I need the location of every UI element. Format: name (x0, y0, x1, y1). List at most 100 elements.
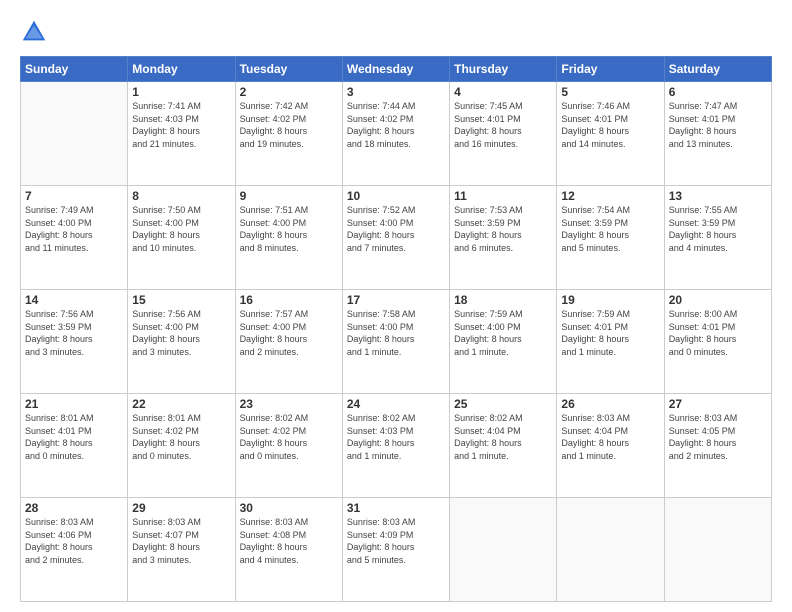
day-cell: 2Sunrise: 7:42 AM Sunset: 4:02 PM Daylig… (235, 82, 342, 186)
day-cell: 19Sunrise: 7:59 AM Sunset: 4:01 PM Dayli… (557, 290, 664, 394)
day-info: Sunrise: 8:02 AM Sunset: 4:03 PM Dayligh… (347, 412, 445, 462)
day-info: Sunrise: 7:55 AM Sunset: 3:59 PM Dayligh… (669, 204, 767, 254)
week-row-1: 1Sunrise: 7:41 AM Sunset: 4:03 PM Daylig… (21, 82, 772, 186)
day-number: 12 (561, 189, 659, 203)
day-info: Sunrise: 8:03 AM Sunset: 4:08 PM Dayligh… (240, 516, 338, 566)
day-number: 29 (132, 501, 230, 515)
day-cell: 4Sunrise: 7:45 AM Sunset: 4:01 PM Daylig… (450, 82, 557, 186)
day-number: 22 (132, 397, 230, 411)
day-cell: 22Sunrise: 8:01 AM Sunset: 4:02 PM Dayli… (128, 394, 235, 498)
col-header-sunday: Sunday (21, 57, 128, 82)
day-cell: 24Sunrise: 8:02 AM Sunset: 4:03 PM Dayli… (342, 394, 449, 498)
day-info: Sunrise: 7:56 AM Sunset: 4:00 PM Dayligh… (132, 308, 230, 358)
day-cell: 8Sunrise: 7:50 AM Sunset: 4:00 PM Daylig… (128, 186, 235, 290)
day-number: 24 (347, 397, 445, 411)
day-cell: 18Sunrise: 7:59 AM Sunset: 4:00 PM Dayli… (450, 290, 557, 394)
day-cell: 9Sunrise: 7:51 AM Sunset: 4:00 PM Daylig… (235, 186, 342, 290)
day-number: 5 (561, 85, 659, 99)
day-info: Sunrise: 7:46 AM Sunset: 4:01 PM Dayligh… (561, 100, 659, 150)
day-number: 27 (669, 397, 767, 411)
day-cell: 16Sunrise: 7:57 AM Sunset: 4:00 PM Dayli… (235, 290, 342, 394)
day-info: Sunrise: 7:51 AM Sunset: 4:00 PM Dayligh… (240, 204, 338, 254)
header-row: SundayMondayTuesdayWednesdayThursdayFrid… (21, 57, 772, 82)
day-info: Sunrise: 7:42 AM Sunset: 4:02 PM Dayligh… (240, 100, 338, 150)
day-info: Sunrise: 7:47 AM Sunset: 4:01 PM Dayligh… (669, 100, 767, 150)
day-cell: 29Sunrise: 8:03 AM Sunset: 4:07 PM Dayli… (128, 498, 235, 602)
calendar-table: SundayMondayTuesdayWednesdayThursdayFrid… (20, 56, 772, 602)
day-cell: 30Sunrise: 8:03 AM Sunset: 4:08 PM Dayli… (235, 498, 342, 602)
day-info: Sunrise: 7:59 AM Sunset: 4:00 PM Dayligh… (454, 308, 552, 358)
day-cell: 23Sunrise: 8:02 AM Sunset: 4:02 PM Dayli… (235, 394, 342, 498)
day-number: 19 (561, 293, 659, 307)
week-row-3: 14Sunrise: 7:56 AM Sunset: 3:59 PM Dayli… (21, 290, 772, 394)
day-info: Sunrise: 8:03 AM Sunset: 4:07 PM Dayligh… (132, 516, 230, 566)
day-cell (664, 498, 771, 602)
day-cell (21, 82, 128, 186)
day-number: 2 (240, 85, 338, 99)
day-number: 14 (25, 293, 123, 307)
day-cell (557, 498, 664, 602)
day-number: 30 (240, 501, 338, 515)
day-info: Sunrise: 7:41 AM Sunset: 4:03 PM Dayligh… (132, 100, 230, 150)
day-info: Sunrise: 7:57 AM Sunset: 4:00 PM Dayligh… (240, 308, 338, 358)
day-number: 21 (25, 397, 123, 411)
day-cell: 26Sunrise: 8:03 AM Sunset: 4:04 PM Dayli… (557, 394, 664, 498)
day-info: Sunrise: 8:03 AM Sunset: 4:09 PM Dayligh… (347, 516, 445, 566)
day-cell: 31Sunrise: 8:03 AM Sunset: 4:09 PM Dayli… (342, 498, 449, 602)
week-row-2: 7Sunrise: 7:49 AM Sunset: 4:00 PM Daylig… (21, 186, 772, 290)
page: SundayMondayTuesdayWednesdayThursdayFrid… (0, 0, 792, 612)
day-info: Sunrise: 7:45 AM Sunset: 4:01 PM Dayligh… (454, 100, 552, 150)
day-number: 7 (25, 189, 123, 203)
day-cell: 3Sunrise: 7:44 AM Sunset: 4:02 PM Daylig… (342, 82, 449, 186)
day-cell: 20Sunrise: 8:00 AM Sunset: 4:01 PM Dayli… (664, 290, 771, 394)
logo (20, 18, 52, 46)
day-info: Sunrise: 7:59 AM Sunset: 4:01 PM Dayligh… (561, 308, 659, 358)
day-number: 15 (132, 293, 230, 307)
day-cell: 27Sunrise: 8:03 AM Sunset: 4:05 PM Dayli… (664, 394, 771, 498)
day-info: Sunrise: 8:01 AM Sunset: 4:01 PM Dayligh… (25, 412, 123, 462)
col-header-monday: Monday (128, 57, 235, 82)
col-header-friday: Friday (557, 57, 664, 82)
day-cell: 10Sunrise: 7:52 AM Sunset: 4:00 PM Dayli… (342, 186, 449, 290)
day-cell: 7Sunrise: 7:49 AM Sunset: 4:00 PM Daylig… (21, 186, 128, 290)
day-info: Sunrise: 7:52 AM Sunset: 4:00 PM Dayligh… (347, 204, 445, 254)
day-cell: 11Sunrise: 7:53 AM Sunset: 3:59 PM Dayli… (450, 186, 557, 290)
day-info: Sunrise: 8:02 AM Sunset: 4:02 PM Dayligh… (240, 412, 338, 462)
day-cell: 17Sunrise: 7:58 AM Sunset: 4:00 PM Dayli… (342, 290, 449, 394)
day-info: Sunrise: 8:03 AM Sunset: 4:04 PM Dayligh… (561, 412, 659, 462)
day-info: Sunrise: 7:56 AM Sunset: 3:59 PM Dayligh… (25, 308, 123, 358)
day-number: 23 (240, 397, 338, 411)
day-info: Sunrise: 8:01 AM Sunset: 4:02 PM Dayligh… (132, 412, 230, 462)
day-cell: 1Sunrise: 7:41 AM Sunset: 4:03 PM Daylig… (128, 82, 235, 186)
day-number: 8 (132, 189, 230, 203)
day-cell: 5Sunrise: 7:46 AM Sunset: 4:01 PM Daylig… (557, 82, 664, 186)
week-row-5: 28Sunrise: 8:03 AM Sunset: 4:06 PM Dayli… (21, 498, 772, 602)
day-number: 26 (561, 397, 659, 411)
day-info: Sunrise: 7:53 AM Sunset: 3:59 PM Dayligh… (454, 204, 552, 254)
day-number: 20 (669, 293, 767, 307)
day-number: 31 (347, 501, 445, 515)
day-number: 13 (669, 189, 767, 203)
day-cell: 28Sunrise: 8:03 AM Sunset: 4:06 PM Dayli… (21, 498, 128, 602)
day-info: Sunrise: 8:03 AM Sunset: 4:06 PM Dayligh… (25, 516, 123, 566)
day-number: 18 (454, 293, 552, 307)
day-number: 9 (240, 189, 338, 203)
day-info: Sunrise: 8:02 AM Sunset: 4:04 PM Dayligh… (454, 412, 552, 462)
day-cell: 14Sunrise: 7:56 AM Sunset: 3:59 PM Dayli… (21, 290, 128, 394)
header (20, 18, 772, 46)
day-info: Sunrise: 7:49 AM Sunset: 4:00 PM Dayligh… (25, 204, 123, 254)
col-header-wednesday: Wednesday (342, 57, 449, 82)
day-info: Sunrise: 8:00 AM Sunset: 4:01 PM Dayligh… (669, 308, 767, 358)
day-cell (450, 498, 557, 602)
day-number: 1 (132, 85, 230, 99)
day-number: 25 (454, 397, 552, 411)
day-cell: 21Sunrise: 8:01 AM Sunset: 4:01 PM Dayli… (21, 394, 128, 498)
day-cell: 13Sunrise: 7:55 AM Sunset: 3:59 PM Dayli… (664, 186, 771, 290)
day-info: Sunrise: 7:54 AM Sunset: 3:59 PM Dayligh… (561, 204, 659, 254)
day-number: 10 (347, 189, 445, 203)
day-number: 17 (347, 293, 445, 307)
day-info: Sunrise: 7:44 AM Sunset: 4:02 PM Dayligh… (347, 100, 445, 150)
logo-icon (20, 18, 48, 46)
col-header-thursday: Thursday (450, 57, 557, 82)
col-header-saturday: Saturday (664, 57, 771, 82)
